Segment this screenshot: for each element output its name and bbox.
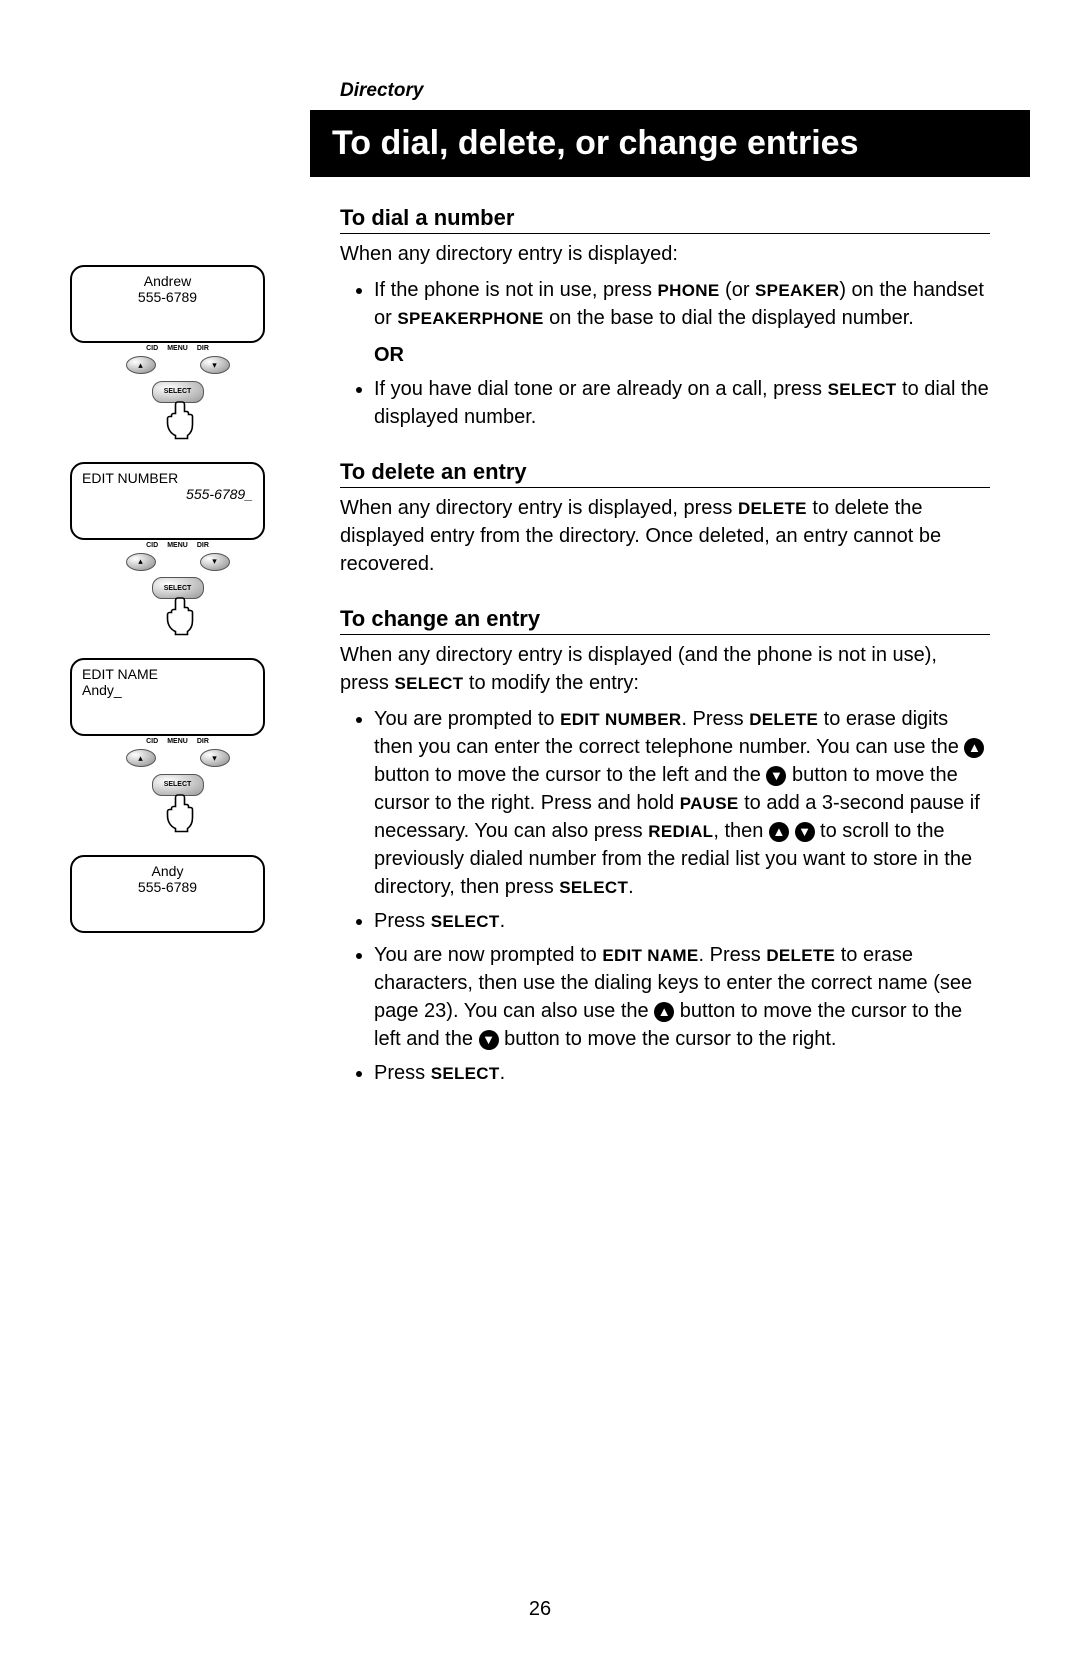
phone-screen: Andrew 555-6789: [70, 265, 265, 343]
menu-label: MENU: [167, 542, 188, 549]
screen-group-4: Andy 555-6789: [70, 855, 285, 933]
section-title-dial: To dial a number: [340, 205, 990, 234]
dir-label: DIR: [197, 345, 209, 352]
cid-label: CID: [146, 542, 158, 549]
section-title-delete: To delete an entry: [340, 459, 990, 488]
dial-bullets-2: If you have dial tone or are already on …: [340, 375, 990, 431]
page-number: 26: [0, 1598, 1080, 1621]
arrow-down-button: ▾: [200, 749, 230, 767]
screen-line-2: 555-6789_: [82, 486, 253, 502]
change-bullets: You are prompted to EDIT NUMBER. Press D…: [340, 705, 990, 1087]
dir-label: DIR: [197, 738, 209, 745]
list-item: You are prompted to EDIT NUMBER. Press D…: [374, 705, 990, 901]
dir-label: DIR: [197, 542, 209, 549]
cid-label: CID: [146, 738, 158, 745]
arrow-down-button: ▾: [200, 356, 230, 374]
dial-intro: When any directory entry is displayed:: [340, 240, 990, 268]
list-item: If the phone is not in use, press PHONE …: [374, 276, 990, 332]
delete-body: When any directory entry is displayed, p…: [340, 494, 990, 578]
screen-line-1: Andrew: [82, 273, 253, 289]
nav-button-row: ▴ ▾: [70, 356, 285, 374]
phone-screen: EDIT NUMBER 555-6789_: [70, 462, 265, 540]
select-button: SELECT: [152, 774, 204, 796]
screen-group-1: Andrew 555-6789 CID MENU DIR ▴ ▾ SELECT: [70, 265, 285, 444]
arrow-down-button: ▾: [200, 553, 230, 571]
button-labels: CID MENU DIR: [70, 542, 285, 549]
list-item: You are now prompted to EDIT NAME. Press…: [374, 941, 990, 1053]
screen-line-2: 555-6789: [82, 289, 253, 305]
screen-group-2: EDIT NUMBER 555-6789_ CID MENU DIR ▴ ▾ S…: [70, 462, 285, 641]
select-button: SELECT: [152, 577, 204, 599]
arrow-up-button: ▴: [126, 356, 156, 374]
cid-label: CID: [146, 345, 158, 352]
arrow-up-button: ▴: [126, 553, 156, 571]
menu-label: MENU: [167, 738, 188, 745]
list-item: If you have dial tone or are already on …: [374, 375, 990, 431]
pointing-hand-icon: [70, 400, 285, 444]
screen-group-3: EDIT NAME Andy_ CID MENU DIR ▴ ▾ SELECT: [70, 658, 285, 837]
screen-line-2: Andy_: [82, 682, 253, 698]
change-intro: When any directory entry is displayed (a…: [340, 641, 990, 697]
button-labels: CID MENU DIR: [70, 345, 285, 352]
button-labels: CID MENU DIR: [70, 738, 285, 745]
pointing-hand-icon: [70, 793, 285, 837]
arrow-up-button: ▴: [126, 749, 156, 767]
illustration-column: Andrew 555-6789 CID MENU DIR ▴ ▾ SELECT: [70, 265, 285, 951]
section-header: Directory: [340, 80, 990, 102]
screen-line-1: EDIT NAME: [82, 666, 253, 682]
screen-line-2: 555-6789: [82, 879, 253, 895]
or-label: OR: [374, 344, 990, 367]
list-item: Press SELECT.: [374, 1059, 990, 1087]
main-content: To dial a number When any directory entr…: [340, 205, 990, 1087]
select-button: SELECT: [152, 381, 204, 403]
phone-screen: Andy 555-6789: [70, 855, 265, 933]
nav-button-row: ▴ ▾: [70, 553, 285, 571]
phone-screen: EDIT NAME Andy_: [70, 658, 265, 736]
nav-button-row: ▴ ▾: [70, 749, 285, 767]
list-item: Press SELECT.: [374, 907, 990, 935]
dial-bullets-1: If the phone is not in use, press PHONE …: [340, 276, 990, 332]
section-title-change: To change an entry: [340, 606, 990, 635]
page-title: To dial, delete, or change entries: [310, 110, 1030, 177]
menu-label: MENU: [167, 345, 188, 352]
pointing-hand-icon: [70, 596, 285, 640]
screen-line-1: EDIT NUMBER: [82, 470, 253, 486]
screen-line-1: Andy: [82, 863, 253, 879]
